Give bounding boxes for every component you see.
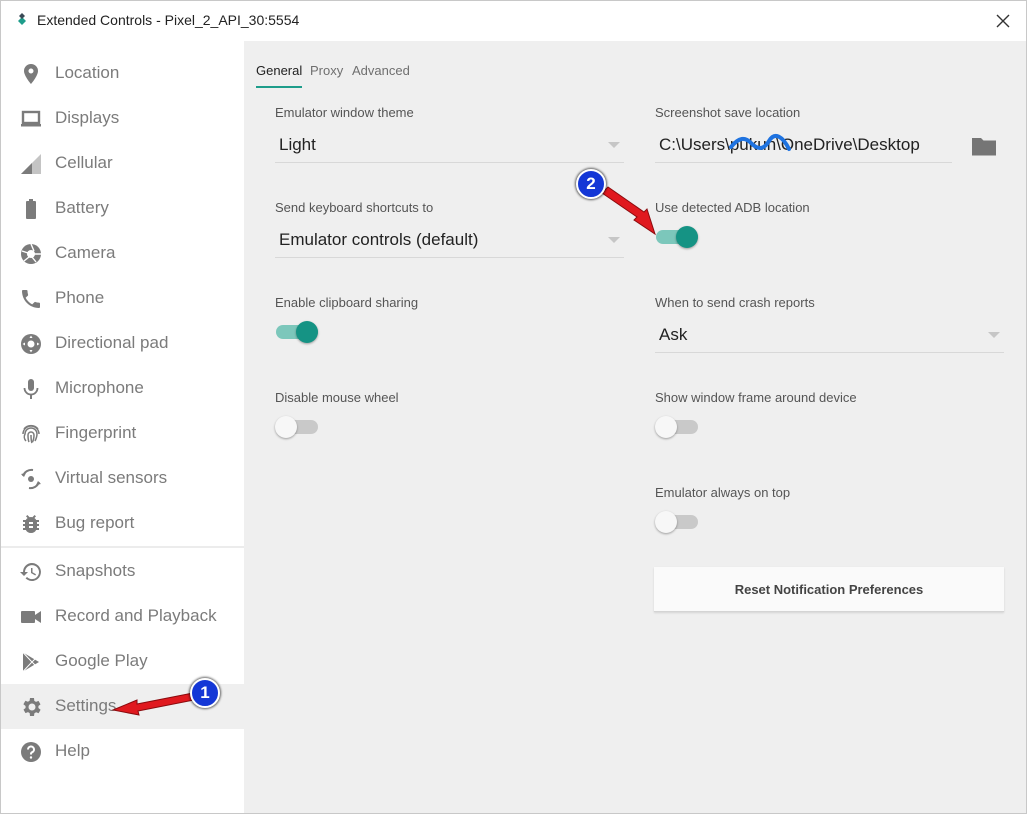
shortcuts-select-value: Emulator controls (default) <box>279 230 479 249</box>
sidebar-item-label: Camera <box>55 243 116 262</box>
window-frame-label: Show window frame around device <box>655 390 857 405</box>
crash-reports-select[interactable]: Ask <box>655 315 1004 353</box>
sidebar-item-label: Record and Playback <box>55 606 217 625</box>
extended-controls-window: Extended Controls - Pixel_2_API_30:5554 … <box>0 0 1027 814</box>
sidebar-item-label: Displays <box>55 108 120 127</box>
virtual-sensors-icon <box>21 468 41 490</box>
location-pin-icon <box>24 64 38 84</box>
crash-reports-label: When to send crash reports <box>655 295 815 310</box>
mouse-wheel-toggle[interactable] <box>275 415 319 439</box>
help-icon <box>21 742 41 762</box>
dropdown-arrow-icon <box>608 142 620 148</box>
sidebar-item-label: Settings <box>55 696 117 715</box>
toggle-knob <box>676 226 698 248</box>
shortcuts-select[interactable]: Emulator controls (default) <box>275 220 624 258</box>
sidebar-item-displays[interactable]: Displays <box>1 96 244 141</box>
adb-location-label: Use detected ADB location <box>655 200 810 215</box>
clipboard-toggle[interactable] <box>275 320 319 344</box>
sidebar-item-label: Cellular <box>55 153 113 172</box>
sidebar-item-cellular[interactable]: Cellular <box>1 141 244 186</box>
theme-select[interactable]: Light <box>275 125 624 163</box>
display-icon <box>21 110 41 127</box>
browse-folder-button[interactable] <box>970 134 998 158</box>
sidebar-item-label: Location <box>55 63 120 82</box>
toggle-knob <box>275 416 297 438</box>
sidebar-item-label: Fingerprint <box>55 423 137 442</box>
microphone-icon <box>23 379 39 399</box>
shortcuts-label: Send keyboard shortcuts to <box>275 200 434 215</box>
toggle-knob <box>655 511 677 533</box>
close-icon <box>996 14 1010 28</box>
sidebar-item-label: Phone <box>55 288 105 307</box>
sidebar-item-label: Help <box>55 741 90 760</box>
sidebar-divider <box>1 546 244 548</box>
window-title: Extended Controls - Pixel_2_API_30:5554 <box>37 12 300 28</box>
sidebar-item-snapshots[interactable]: Snapshots <box>1 549 244 594</box>
window-frame-toggle[interactable] <box>655 415 699 439</box>
history-icon <box>20 563 41 581</box>
sidebar-item-label: Virtual sensors <box>55 468 168 487</box>
sidebar-item-label: Bug report <box>55 513 135 532</box>
always-on-top-toggle[interactable] <box>655 510 699 534</box>
title-bar: Extended Controls - Pixel_2_API_30:5554 <box>1 1 1026 41</box>
active-tab-indicator <box>256 86 302 88</box>
annotation-badge-1: 1 <box>190 678 220 708</box>
settings-panel: General Proxy Advanced Emulator window t… <box>244 41 1026 813</box>
fingerprint-icon <box>22 424 40 444</box>
annotation-badge-2: 2 <box>576 169 606 199</box>
toggle-knob <box>296 321 318 343</box>
sidebar-item-microphone[interactable]: Microphone <box>1 366 244 411</box>
sidebar-item-battery[interactable]: Battery <box>1 186 244 231</box>
emulator-app-icon <box>18 13 26 25</box>
theme-select-value: Light <box>279 135 316 154</box>
screenshot-location-label: Screenshot save location <box>655 105 801 120</box>
sidebar-item-help[interactable]: Help <box>1 729 244 774</box>
sidebar-item-label: Google Play <box>55 651 148 670</box>
sidebar-item-label: Microphone <box>55 378 144 397</box>
play-store-icon <box>22 652 39 672</box>
crash-reports-select-value: Ask <box>659 325 688 344</box>
sidebar-item-record-and-playback[interactable]: Record and Playback <box>1 594 244 639</box>
cellular-signal-icon <box>21 154 41 174</box>
redaction-scribble <box>729 133 791 151</box>
sidebar-item-camera[interactable]: Camera <box>1 231 244 276</box>
dropdown-arrow-icon <box>988 332 1000 338</box>
dpad-icon <box>21 334 41 354</box>
sidebar-item-label: Battery <box>55 198 109 217</box>
always-on-top-label: Emulator always on top <box>655 485 791 500</box>
toggle-knob <box>655 416 677 438</box>
sidebar-item-label: Directional pad <box>55 333 169 352</box>
video-camera-icon <box>21 611 41 623</box>
reset-notification-preferences-button[interactable]: Reset Notification Preferences <box>654 567 1004 612</box>
camera-aperture-icon <box>21 243 41 264</box>
theme-label: Emulator window theme <box>275 105 414 120</box>
sidebar-item-location[interactable]: Location <box>1 51 244 96</box>
screenshot-location-field[interactable]: C:\Users\pukun\OneDrive\Desktop <box>655 125 952 163</box>
clipboard-label: Enable clipboard sharing <box>275 295 419 310</box>
phone-icon <box>22 290 40 308</box>
sidebar-item-bug-report[interactable]: Bug report <box>1 501 244 546</box>
close-button[interactable] <box>980 1 1026 41</box>
tab-advanced[interactable]: Advanced <box>352 63 410 89</box>
bug-icon <box>23 515 39 534</box>
mouse-wheel-label: Disable mouse wheel <box>275 390 399 405</box>
sidebar-item-fingerprint[interactable]: Fingerprint <box>1 411 244 456</box>
adb-location-toggle[interactable] <box>655 225 699 249</box>
sidebar-item-phone[interactable]: Phone <box>1 276 244 321</box>
battery-icon <box>26 199 36 219</box>
sidebar-item-label: Snapshots <box>55 561 136 580</box>
dropdown-arrow-icon <box>608 237 620 243</box>
gear-icon <box>23 698 41 716</box>
sidebar-item-virtual-sensors[interactable]: Virtual sensors <box>1 456 244 501</box>
sidebar-item-directional-pad[interactable]: Directional pad <box>1 321 244 366</box>
tab-proxy[interactable]: Proxy <box>310 63 343 89</box>
folder-icon <box>972 138 996 156</box>
